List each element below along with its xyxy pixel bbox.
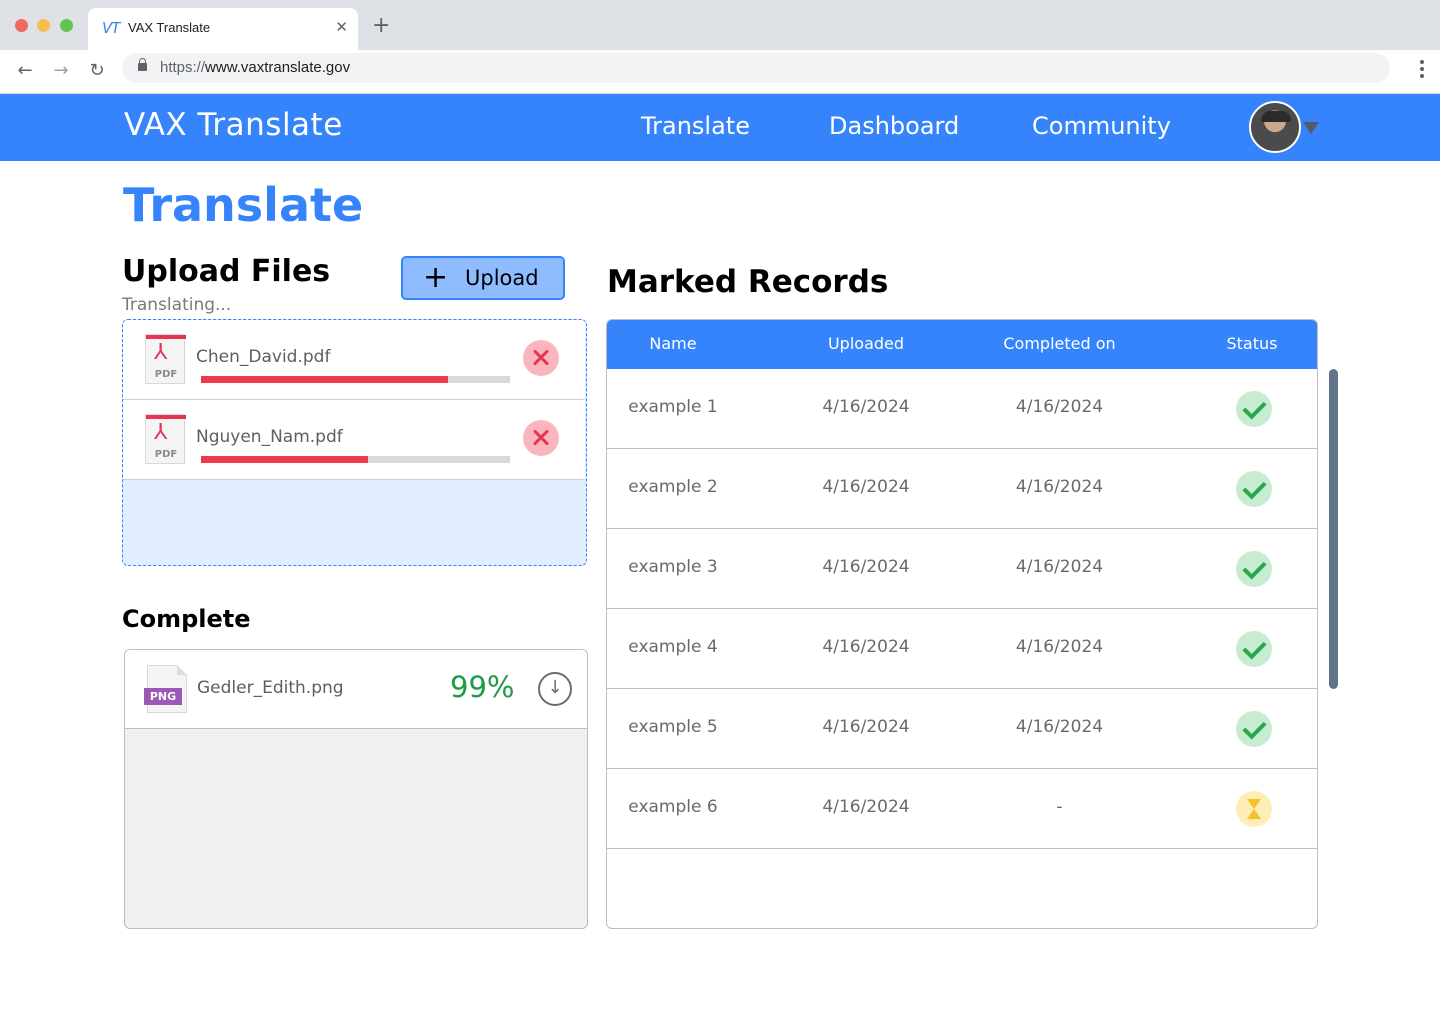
pdf-file-icon: ⅄ PDF (145, 414, 186, 464)
upload-progress-fill (201, 376, 449, 383)
nav-community[interactable]: Community (1032, 112, 1171, 140)
complete-list: PNG Gedler_Edith.png 99% ↓ (124, 649, 588, 929)
cell-name: example 5 (628, 717, 718, 737)
check-icon (1236, 471, 1272, 507)
nav-dashboard[interactable]: Dashboard (829, 112, 959, 140)
upload-button[interactable]: + Upload (401, 256, 565, 300)
upload-file-name: Chen_David.pdf (196, 347, 331, 367)
nav-translate[interactable]: Translate (641, 112, 750, 140)
cell-uploaded: 4/16/2024 (822, 717, 910, 737)
hourglass-icon (1236, 791, 1272, 827)
upload-progress-fill (201, 456, 368, 463)
upload-progress-bar (201, 376, 510, 383)
browser-menu-icon[interactable] (1420, 60, 1424, 80)
upload-dropzone[interactable]: ⅄ PDF Chen_David.pdf ⅄ PDF Nguyen_Nam.pd… (122, 319, 587, 566)
plus-icon: + (423, 260, 449, 295)
reload-icon[interactable]: ↻ (84, 58, 110, 84)
avatar[interactable] (1249, 101, 1301, 153)
browser-tab[interactable]: VT VAX Translate ✕ (88, 8, 358, 50)
check-icon (1236, 391, 1272, 427)
cell-uploaded: 4/16/2024 (822, 637, 910, 657)
cell-name: example 3 (628, 557, 718, 577)
cell-name: example 2 (628, 477, 718, 497)
cell-name: example 6 (628, 797, 718, 817)
url-text: https://www.vaxtranslate.gov (160, 59, 351, 76)
chevron-down-icon[interactable] (1303, 122, 1319, 134)
upload-files-heading: Upload Files (122, 254, 331, 289)
png-file-icon: PNG (144, 665, 187, 713)
app-header: VAX Translate Translate Dashboard Commun… (0, 94, 1440, 161)
download-icon[interactable]: ↓ (538, 672, 572, 706)
upload-file-row: ⅄ PDF Nguyen_Nam.pdf (123, 400, 585, 480)
table-row[interactable]: example 4 4/16/2024 4/16/2024 (607, 609, 1317, 689)
upload-status-text: Translating... (122, 295, 232, 315)
window-close-dot[interactable] (15, 19, 28, 32)
cell-uploaded: 4/16/2024 (822, 557, 910, 577)
table-row[interactable]: example 5 4/16/2024 4/16/2024 (607, 689, 1317, 769)
window-minimize-dot[interactable] (37, 19, 50, 32)
page-title: Translate (123, 178, 364, 232)
cell-uploaded: 4/16/2024 (822, 397, 910, 417)
cancel-upload-button[interactable] (523, 420, 559, 456)
brand-logo[interactable]: VAX Translate (124, 107, 343, 143)
check-icon (1236, 631, 1272, 667)
cell-completed: 4/16/2024 (1015, 637, 1104, 657)
cell-completed: 4/16/2024 (1015, 397, 1104, 417)
complete-heading: Complete (122, 605, 251, 633)
cell-uploaded: 4/16/2024 (822, 477, 910, 497)
records-table: Name Uploaded Completed on Status exampl… (606, 319, 1318, 929)
forward-arrow-icon[interactable]: → (48, 58, 74, 84)
upload-file-row: ⅄ PDF Chen_David.pdf (123, 320, 585, 400)
check-icon (1236, 551, 1272, 587)
upload-progress-bar (201, 456, 510, 463)
new-tab-button[interactable]: + (372, 13, 390, 39)
upload-file-name: Nguyen_Nam.pdf (196, 427, 343, 447)
back-arrow-icon[interactable]: ← (12, 58, 38, 84)
table-header: Name Uploaded Completed on Status (607, 320, 1317, 369)
table-row[interactable]: example 6 4/16/2024 - (607, 769, 1317, 849)
cell-completed: 4/16/2024 (1015, 717, 1104, 737)
complete-file-name: Gedler_Edith.png (197, 678, 344, 698)
column-header-completed[interactable]: Completed on (982, 334, 1137, 353)
upload-button-label: Upload (465, 266, 539, 290)
complete-file-row: PNG Gedler_Edith.png 99% ↓ (125, 650, 587, 729)
window-maximize-dot[interactable] (60, 19, 73, 32)
table-row[interactable]: example 1 4/16/2024 4/16/2024 (607, 369, 1317, 449)
cell-uploaded: 4/16/2024 (822, 797, 910, 817)
cell-completed: 4/16/2024 (1015, 477, 1104, 497)
complete-percent: 99% (450, 670, 515, 704)
close-tab-icon[interactable]: ✕ (335, 17, 348, 37)
column-header-status[interactable]: Status (1197, 334, 1307, 353)
browser-tab-bar: VT VAX Translate ✕ + (0, 0, 1440, 50)
address-bar: ← → ↻ https://www.vaxtranslate.gov (0, 50, 1440, 94)
url-input[interactable]: https://www.vaxtranslate.gov (122, 53, 1390, 83)
cell-completed: - (1056, 797, 1063, 817)
column-header-uploaded[interactable]: Uploaded (787, 334, 945, 353)
cancel-upload-button[interactable] (523, 340, 559, 376)
table-scrollbar[interactable] (1329, 369, 1338, 689)
cell-name: example 4 (628, 637, 718, 657)
marked-records-heading: Marked Records (607, 264, 889, 300)
column-header-name[interactable]: Name (607, 334, 739, 353)
lock-icon (138, 58, 147, 71)
favicon-icon: VT (102, 19, 120, 37)
cell-name: example 1 (628, 397, 718, 417)
table-row[interactable]: example 2 4/16/2024 4/16/2024 (607, 449, 1317, 529)
check-icon (1236, 711, 1272, 747)
cell-completed: 4/16/2024 (1015, 557, 1104, 577)
table-row[interactable]: example 3 4/16/2024 4/16/2024 (607, 529, 1317, 609)
pdf-file-icon: ⅄ PDF (145, 334, 186, 384)
tab-title: VAX Translate (128, 20, 211, 35)
